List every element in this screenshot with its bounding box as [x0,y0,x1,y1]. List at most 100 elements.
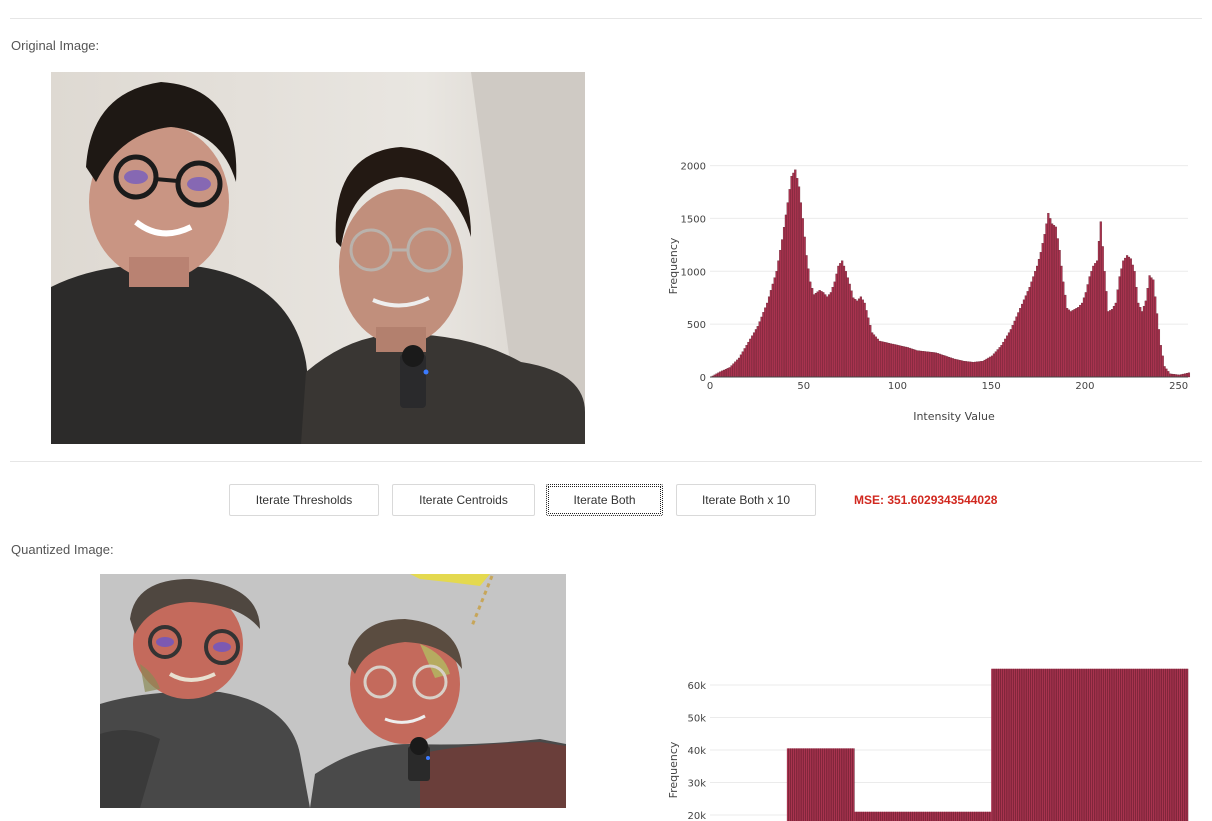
histogram-bar [1109,310,1112,378]
histogram-bar [976,361,979,378]
histogram-bar [1079,304,1082,378]
histogram-bar [992,353,996,378]
histogram-bar [1144,300,1147,378]
histogram-bar [790,175,793,378]
histogram-bar [771,283,774,378]
histogram-bar [814,292,817,378]
histogram-bar [811,288,814,378]
iterate-both-x10-button[interactable]: Iterate Both x 10 [676,484,816,516]
histogram-bar [749,338,752,378]
quantized-image-label: Quantized Image: [11,542,114,557]
histogram-bar [1022,299,1026,378]
histogram-bar [1184,373,1187,378]
histogram-bar [961,360,964,378]
histogram-bar [850,290,853,378]
histogram-bar [1154,296,1157,378]
histogram-bar [1069,311,1072,378]
histogram-bar [869,325,872,378]
histogram-bar [756,326,759,378]
histogram-bar [861,299,864,378]
histogram-bar [970,361,973,378]
histogram-bar [844,271,847,378]
histogram-bar [737,357,741,378]
histogram-bar [1073,309,1076,378]
histogram-bar [1011,325,1014,378]
histogram-bar [886,342,889,378]
histogram-bar [1043,234,1046,378]
histogram-bar [859,296,862,378]
histogram-bar [1131,264,1134,378]
histogram-bar [891,343,894,378]
histogram-bar [1030,281,1033,378]
histogram-bar [1125,255,1129,378]
iterate-thresholds-button[interactable]: Iterate Thresholds [229,484,379,516]
histogram-bar [1185,373,1189,378]
histogram-bar [977,361,981,378]
histogram-bar [822,292,825,378]
histogram-bar [717,372,720,378]
histogram-bar [1152,279,1155,378]
histogram-bar [987,357,990,378]
histogram-bar [799,202,802,378]
histogram-bar [833,281,836,378]
histogram-bar [1135,286,1138,378]
histogram-bar [809,281,812,378]
histogram-bar [946,356,949,378]
histogram-bar [936,353,939,378]
histogram-bar [1139,307,1142,378]
histogram-bar [1067,309,1071,378]
histogram-bar [889,343,892,378]
histogram-bar [764,307,767,378]
histogram-bar [728,367,731,378]
original-image [51,72,585,444]
histogram-bar [766,302,769,378]
histogram-bar [846,277,849,378]
quantized-histogram-chart: 20k 30k 40k 50k 60k Frequency [667,668,1189,821]
histogram-bar [1105,291,1108,378]
histogram-bar [1092,265,1095,378]
y-tick-label: 40k [687,746,706,757]
iterate-centroids-button[interactable]: Iterate Centroids [392,484,535,516]
y-axis-title: Frequency [667,741,680,798]
histogram-bar [1120,268,1123,378]
histogram-bar [1037,258,1041,378]
y-tick-label: 1000 [681,267,706,278]
histogram-bar [1021,303,1024,378]
y-axis-title: Frequency [667,237,680,294]
mse-value: MSE: 351.6029343544028 [854,493,998,507]
histogram-bar [794,169,797,378]
histogram-bar [1026,291,1029,378]
histogram-bar [1090,271,1093,378]
histogram-bar [805,255,808,378]
histogram-bar [797,186,801,378]
histogram-bar [1075,308,1078,378]
histogram-bar [1187,372,1191,378]
iterate-both-button[interactable]: Iterate Both [546,484,663,516]
histogram-bar [955,359,958,378]
histogram-bar [784,214,787,378]
histogram-bar [734,361,737,378]
histogram-bar [801,218,804,378]
x-tick-label: 150 [982,381,1001,392]
histogram-bar [1142,306,1146,378]
histogram-bar [775,271,778,378]
y-tick-label: 1500 [681,214,706,225]
histogram-bar [1114,302,1117,378]
histogram-bar [796,178,799,378]
histogram-bar [882,341,885,378]
histogram-bar [1049,218,1052,378]
histogram-bar [792,172,795,378]
histogram-bar [1054,226,1057,378]
histogram-bar [820,291,823,378]
histogram-bar [760,316,763,378]
histogram-bar [1129,258,1132,378]
histogram-bar [919,350,922,378]
histogram-bar [989,356,992,378]
histogram-bar [824,294,827,378]
histogram-bar [1052,225,1056,378]
histogram-bar [996,349,999,378]
histogram-bar [927,351,930,378]
x-tick-label: 0 [707,381,713,392]
histogram-bar [921,351,924,378]
histogram-bar [901,345,904,378]
